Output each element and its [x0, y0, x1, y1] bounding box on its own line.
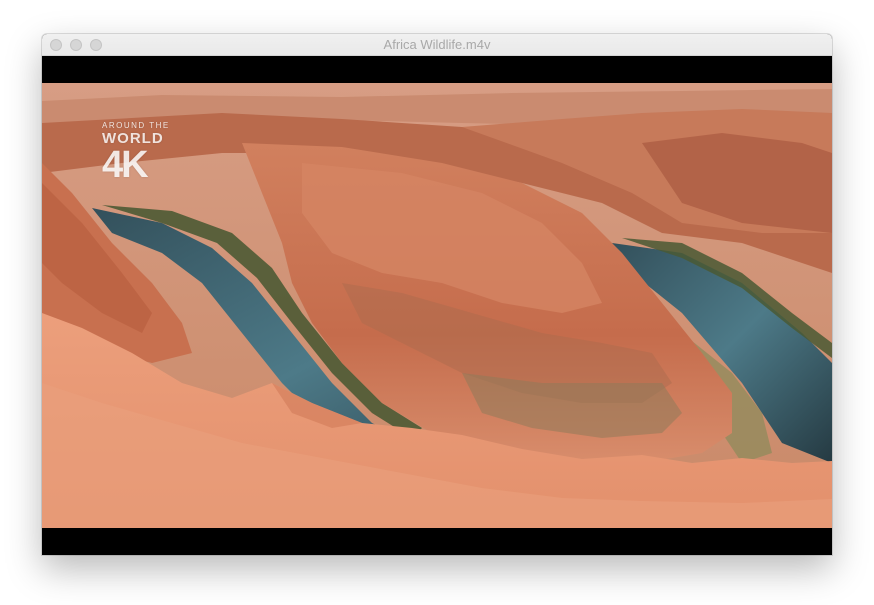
window-title: Africa Wildlife.m4v — [383, 37, 491, 52]
channel-watermark: AROUND THE WORLD 4K — [102, 121, 170, 186]
video-viewport[interactable]: AROUND THE WORLD 4K — [42, 56, 832, 555]
video-frame[interactable]: AROUND THE WORLD 4K — [42, 83, 832, 528]
player-window: Africa Wildlife.m4v AROUND THE WORLD 4K — [42, 34, 832, 555]
watermark-4k: 4K — [102, 144, 149, 186]
title-bar[interactable]: Africa Wildlife.m4v — [42, 34, 832, 56]
